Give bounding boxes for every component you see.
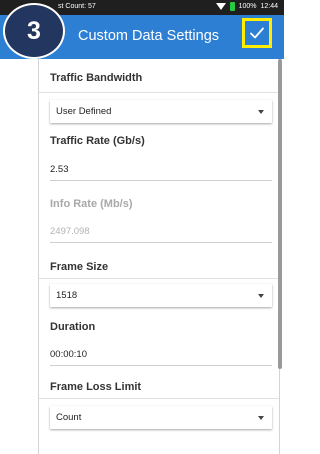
traffic-rate-label: Traffic Rate (Gb/s) [50,135,145,147]
traffic-rate-input[interactable]: 2.53 [50,158,272,181]
frame-size-select[interactable]: 1518 [50,284,272,307]
info-rate-input: 2497.098 [50,220,272,243]
frame-loss-limit-select[interactable]: Count [50,406,272,429]
confirm-button[interactable] [242,18,272,48]
test-count-text: st Count: 57 [58,3,96,10]
step-number-badge: 3 [3,3,65,59]
page-title: Custom Data Settings [78,28,220,44]
dropdown-caret-icon [258,416,264,420]
frame-loss-limit-label: Frame Loss Limit [50,381,142,393]
frame-size-value: 1518 [56,290,78,301]
dropdown-caret-icon [258,110,264,114]
info-rate-label: Info Rate (Mb/s) [50,198,133,210]
traffic-bandwidth-select[interactable]: User Defined [50,100,272,123]
frame-size-label: Frame Size [50,261,109,273]
duration-label: Duration [50,321,96,333]
status-icons: 100% 12:44 [215,2,278,11]
duration-input[interactable]: 00:00:10 [50,343,272,366]
divider [39,92,279,93]
battery-percent: 100% [238,3,257,10]
clock-time: 12:44 [260,3,278,10]
settings-panel: Traffic Bandwidth User Defined Traffic R… [38,59,280,454]
frame-loss-limit-value: Count [56,412,82,423]
battery-icon [229,2,235,11]
traffic-bandwidth-label: Traffic Bandwidth [50,72,143,84]
scrollbar[interactable] [278,59,282,369]
wifi-icon [215,3,226,10]
divider [39,278,279,279]
check-icon [250,27,264,39]
divider [39,398,279,399]
dropdown-caret-icon [258,294,264,298]
traffic-bandwidth-value: User Defined [56,106,112,117]
